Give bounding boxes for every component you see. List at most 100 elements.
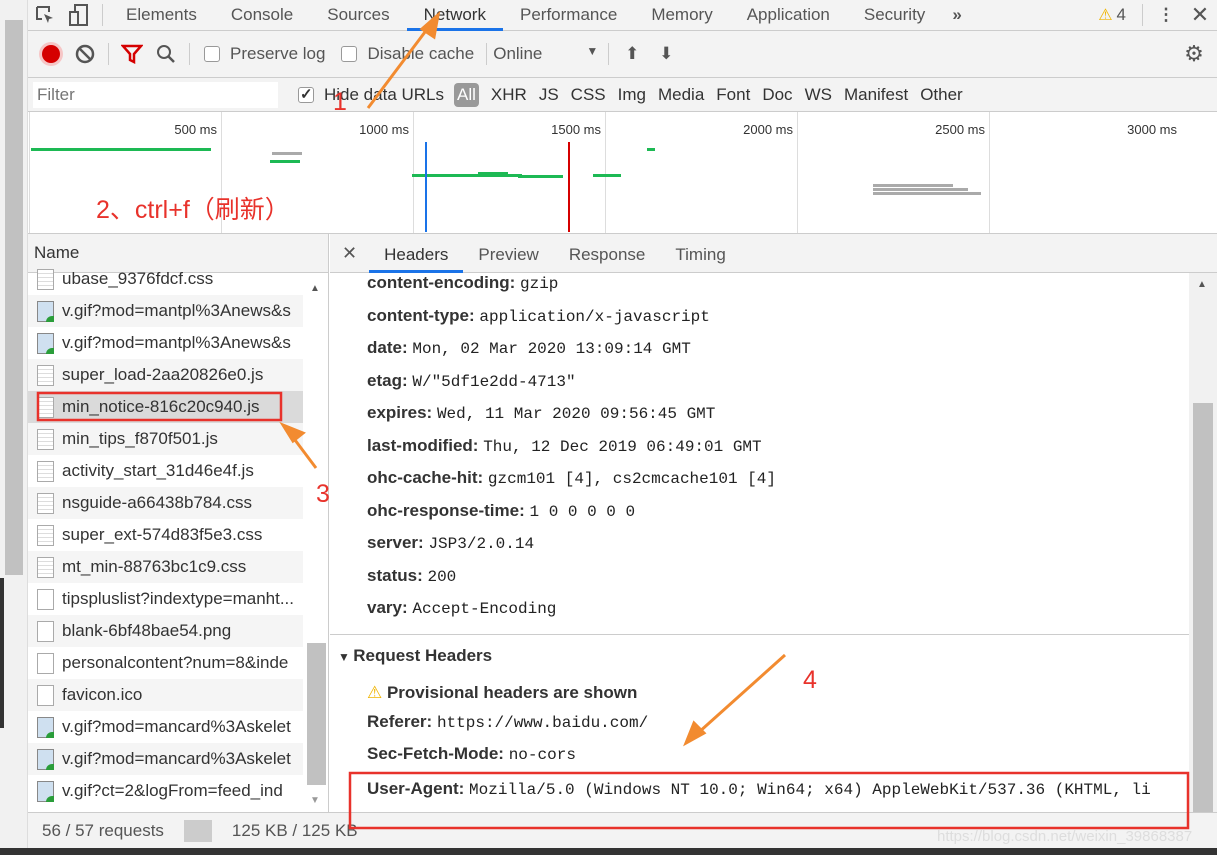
tab-sources[interactable]: Sources [310, 0, 406, 31]
details-scrollbar[interactable]: ▲ [1189, 273, 1217, 813]
warning-icon[interactable]: ⚠ [1098, 5, 1112, 25]
header-value[interactable]: 200 [427, 568, 456, 586]
response-header: server: JSP3/2.0.14 [330, 529, 1189, 562]
header-value[interactable]: no-cors [509, 746, 576, 764]
header-key: expires: [367, 403, 433, 422]
header-value[interactable]: Wed, 11 Mar 2020 09:56:45 GMT [437, 405, 715, 423]
request-row[interactable]: favicon.ico [28, 679, 303, 711]
filter-type-ws[interactable]: WS [799, 85, 838, 105]
filter-type-media[interactable]: Media [652, 85, 710, 105]
timeline-bar [873, 188, 968, 191]
page-scrollbar[interactable] [0, 0, 28, 855]
tab-security[interactable]: Security [847, 0, 942, 31]
filter-type-all[interactable]: All [454, 82, 479, 107]
request-row[interactable]: nsguide-a66438b784.css [28, 487, 303, 519]
scroll-down-icon[interactable]: ▼ [310, 795, 320, 806]
header-key: date: [367, 338, 408, 357]
scrollbar-thumb[interactable] [1193, 403, 1213, 813]
page-scrollbar-thumb[interactable] [5, 20, 23, 575]
tab-preview[interactable]: Preview [463, 234, 553, 273]
filter-type-js[interactable]: JS [533, 85, 565, 105]
header-value[interactable]: Mon, 02 Mar 2020 13:09:14 GMT [412, 340, 690, 358]
scrollbar-thumb[interactable] [307, 643, 326, 785]
filter-type-font[interactable]: Font [710, 85, 756, 105]
header-key: ohc-response-time: [367, 500, 525, 520]
filter-type-img[interactable]: Img [612, 85, 652, 105]
tab-console[interactable]: Console [214, 0, 310, 31]
filter-input[interactable] [33, 81, 278, 108]
annotation-3: 3 [316, 480, 330, 508]
header-value[interactable]: https://www.baidu.com/ [437, 714, 648, 732]
header-value[interactable]: application/x-javascript [479, 308, 709, 326]
request-row[interactable]: min_tips_f870f501.js [28, 423, 303, 455]
filter-type-other[interactable]: Other [914, 85, 969, 105]
throttling-select[interactable]: Online ▼ [493, 44, 598, 64]
request-row[interactable]: personalcontent?num=8&inde [28, 647, 303, 679]
request-row[interactable]: v.gif?ct=2&logFrom=feed_ind [28, 775, 303, 807]
request-row[interactable]: v.gif?mod=mantpl%3Anews&s [28, 295, 303, 327]
request-list-scrollbar[interactable]: ▲ ▼ [304, 273, 328, 812]
request-row[interactable]: blank-6bf48bae54.png [28, 615, 303, 647]
filter-type-manifest[interactable]: Manifest [838, 85, 914, 105]
hide-data-urls-checkbox[interactable] [298, 85, 314, 103]
header-value[interactable]: gzip [520, 275, 558, 293]
header-key: server: [367, 533, 424, 552]
export-har-icon[interactable]: ⬇ [649, 39, 683, 69]
record-icon[interactable] [34, 39, 68, 69]
request-name: nsguide-a66438b784.css [62, 493, 252, 512]
settings-gear-icon[interactable]: ⚙ [1177, 39, 1211, 69]
disable-cache-checkbox[interactable] [341, 46, 358, 62]
preserve-log-checkbox[interactable] [204, 46, 220, 62]
filter-icon[interactable] [115, 39, 149, 69]
response-header: status: 200 [330, 562, 1189, 595]
header-value[interactable]: gzcm101 [4], cs2cmcache101 [4] [488, 470, 776, 488]
search-icon[interactable] [149, 39, 183, 69]
close-details-icon[interactable]: ✕ [330, 243, 369, 264]
header-value[interactable]: W/"5df1e2dd-4713" [412, 373, 575, 391]
request-row[interactable]: v.gif?mod=mantpl%3Anews&s [28, 327, 303, 359]
request-row[interactable]: activity_start_31d46e4f.js [28, 455, 303, 487]
clear-icon[interactable] [68, 39, 102, 69]
header-value[interactable]: Accept-Encoding [412, 600, 556, 618]
tab-memory[interactable]: Memory [634, 0, 729, 31]
request-row[interactable]: v.gif?mod=mancard%3Askelet [28, 711, 303, 743]
warning-count[interactable]: 4 [1117, 5, 1126, 25]
request-row[interactable]: mt_min-88763bc1c9.css [28, 551, 303, 583]
header-value[interactable]: Thu, 12 Dec 2019 06:49:01 GMT [483, 438, 761, 456]
header-value[interactable]: Mozilla/5.0 (Windows NT 10.0; Win64; x64… [469, 781, 1151, 799]
filter-type-doc[interactable]: Doc [756, 85, 798, 105]
request-name: min_tips_f870f501.js [62, 429, 218, 448]
scroll-up-icon[interactable]: ▲ [310, 283, 320, 294]
tab-timing[interactable]: Timing [660, 234, 740, 273]
request-row[interactable]: super_load-2aa20826e0.js [28, 359, 303, 391]
disable-cache-label[interactable]: Disable cache [367, 44, 474, 64]
tab-elements[interactable]: Elements [109, 0, 214, 31]
timeline-bar [478, 172, 508, 175]
preserve-log-label[interactable]: Preserve log [230, 44, 325, 64]
tab-network[interactable]: Network [406, 0, 503, 31]
request-row[interactable]: super_ext-574d83f5e3.css [28, 519, 303, 551]
request-row[interactable]: ubase_9376fdcf.css [28, 263, 303, 295]
more-tabs-icon[interactable]: » [942, 0, 971, 31]
file-doc-icon [37, 429, 54, 450]
kebab-menu-icon[interactable]: ⋮ [1149, 0, 1183, 30]
scroll-up-icon[interactable]: ▲ [1197, 279, 1207, 290]
header-value[interactable]: JSP3/2.0.14 [428, 535, 534, 553]
request-row[interactable]: tipspluslist?indextype=manht... [28, 583, 303, 615]
tab-response[interactable]: Response [554, 234, 661, 273]
request-row[interactable]: min_notice-816c20c940.js [28, 391, 303, 423]
request-row[interactable]: v.gif?mod=mancard%3Askelet [28, 743, 303, 775]
filter-type-css[interactable]: CSS [565, 85, 612, 105]
header-value[interactable]: 1 0 0 0 0 0 [529, 503, 635, 521]
network-lower: Name ubase_9376fdcf.css v.gif?mod=mantpl%… [28, 234, 1217, 848]
filter-type-xhr[interactable]: XHR [485, 85, 533, 105]
close-devtools-icon[interactable]: ✕ [1183, 0, 1217, 30]
tab-performance[interactable]: Performance [503, 0, 634, 31]
import-har-icon[interactable]: ⬆ [615, 39, 649, 69]
timeline-bar [270, 160, 300, 163]
device-toolbar-icon[interactable] [62, 0, 96, 30]
request-headers-section[interactable]: ▼ Request Headers [330, 633, 1189, 674]
inspect-element-icon[interactable] [28, 0, 62, 30]
tab-application[interactable]: Application [730, 0, 847, 31]
tab-headers[interactable]: Headers [369, 234, 464, 273]
